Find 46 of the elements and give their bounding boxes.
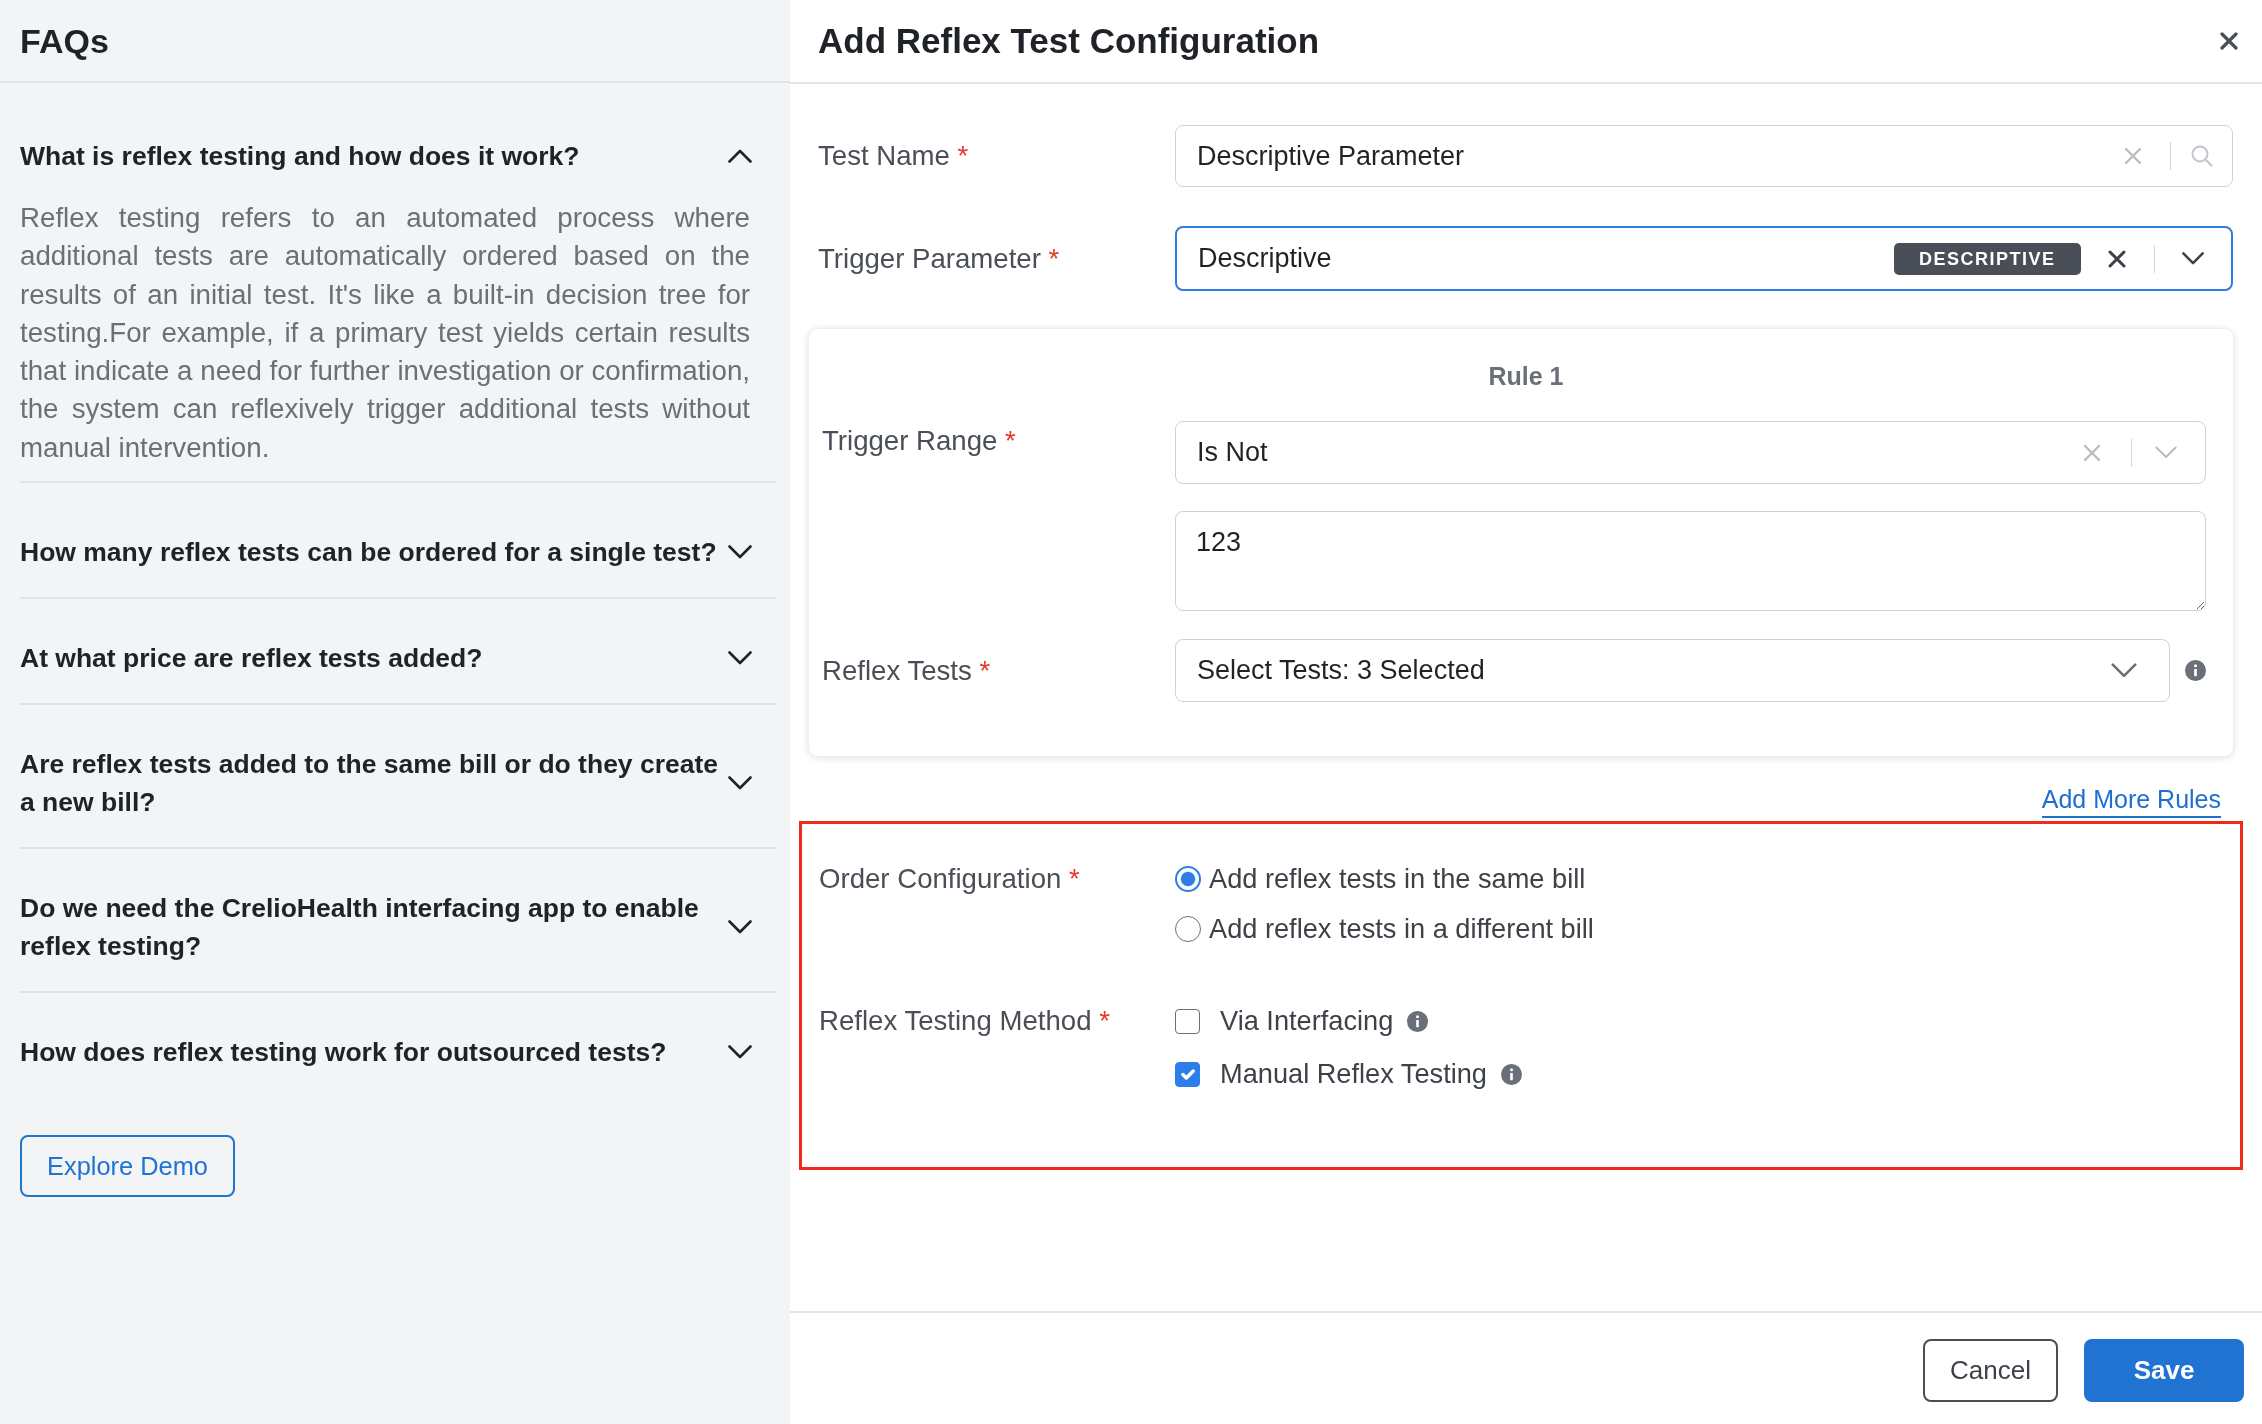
explore-demo-button[interactable]: Explore Demo bbox=[20, 1135, 235, 1198]
search-field[interactable]: Descriptive Parameter bbox=[1175, 125, 2233, 187]
search-icon bbox=[2191, 145, 2213, 167]
faq-question[interactable]: At what price are reflex tests added? bbox=[20, 639, 776, 678]
faq-question[interactable]: How many reflex tests can be ordered for a single test? bbox=[20, 533, 776, 572]
clear-icon bbox=[2123, 147, 2142, 165]
faq-answer: Reflex testing refers to an automated process where additional tests are automatically ordered based on the results of an initial test. It's like a built-in decision tree for testing.For example, if a primary test yields certain results that indicate a need for further investigation or confirmation, the system can reflexively trigger additional tests without manual intervention. bbox=[20, 201, 750, 465]
faq-question[interactable]: How does reflex testing work for outsourced tests? bbox=[20, 1033, 776, 1072]
field-label: Trigger Range * bbox=[822, 425, 1016, 457]
select-field[interactable]: Descriptive DESCRIPTIVE bbox=[1175, 226, 2233, 291]
faq-question[interactable]: Are reflex tests added to the same bill or do they create a new bill? bbox=[20, 745, 776, 822]
close-icon bbox=[2220, 32, 2238, 50]
select-field[interactable]: Is Not bbox=[1175, 421, 2206, 484]
info-icon bbox=[1501, 1063, 1522, 1085]
checkbox-label: Manual Reflex Testing bbox=[1220, 1058, 1487, 1090]
info-icon bbox=[2185, 660, 2206, 681]
info-icon bbox=[1407, 1010, 1429, 1032]
checkbox[interactable] bbox=[1175, 1061, 1200, 1087]
chevron-down-icon bbox=[2155, 446, 2177, 459]
radio-label: Add reflex tests in the same bill bbox=[1209, 863, 1586, 895]
chevron-down-icon bbox=[2111, 663, 2137, 678]
rule-title: Rule 1 bbox=[1487, 362, 1565, 390]
chevron-down-icon bbox=[2182, 252, 2204, 265]
cancel-button[interactable]: Cancel bbox=[1923, 1339, 2058, 1402]
field-label: Order Configuration * bbox=[819, 863, 1080, 895]
field-label: Trigger Parameter * bbox=[818, 242, 1060, 275]
faq-question[interactable]: Do we need the CrelioHealth interfacing app to enable reflex testing? bbox=[20, 889, 776, 966]
type-badge: DESCRIPTIVE bbox=[1893, 242, 2081, 275]
clear-icon bbox=[2107, 249, 2126, 268]
dialog-title: Add Reflex Test Configuration bbox=[818, 20, 1320, 62]
faq-question[interactable]: What is reflex testing and how does it work? bbox=[20, 137, 776, 175]
save-button[interactable]: Save bbox=[2084, 1339, 2244, 1402]
faq-heading: FAQs bbox=[20, 20, 109, 61]
checkbox-label: Via Interfacing bbox=[1220, 1005, 1394, 1037]
close-button[interactable] bbox=[2220, 32, 2238, 50]
clear-icon bbox=[2082, 443, 2101, 462]
text-area[interactable]: 123 bbox=[1175, 511, 2206, 611]
field-label: Test Name * bbox=[818, 140, 969, 172]
radio-button[interactable] bbox=[1175, 916, 1201, 942]
radio-button[interactable] bbox=[1175, 866, 1201, 892]
radio-label: Add reflex tests in a different bill bbox=[1209, 913, 1594, 945]
field-label: Reflex Testing Method * bbox=[819, 1005, 1110, 1037]
select-field[interactable]: Select Tests: 3 Selected bbox=[1175, 639, 2170, 702]
checkbox[interactable] bbox=[1175, 1008, 1200, 1034]
field-label: Reflex Tests * bbox=[822, 654, 991, 687]
add-more-rules-link[interactable]: Add More Rules bbox=[2041, 784, 2221, 818]
